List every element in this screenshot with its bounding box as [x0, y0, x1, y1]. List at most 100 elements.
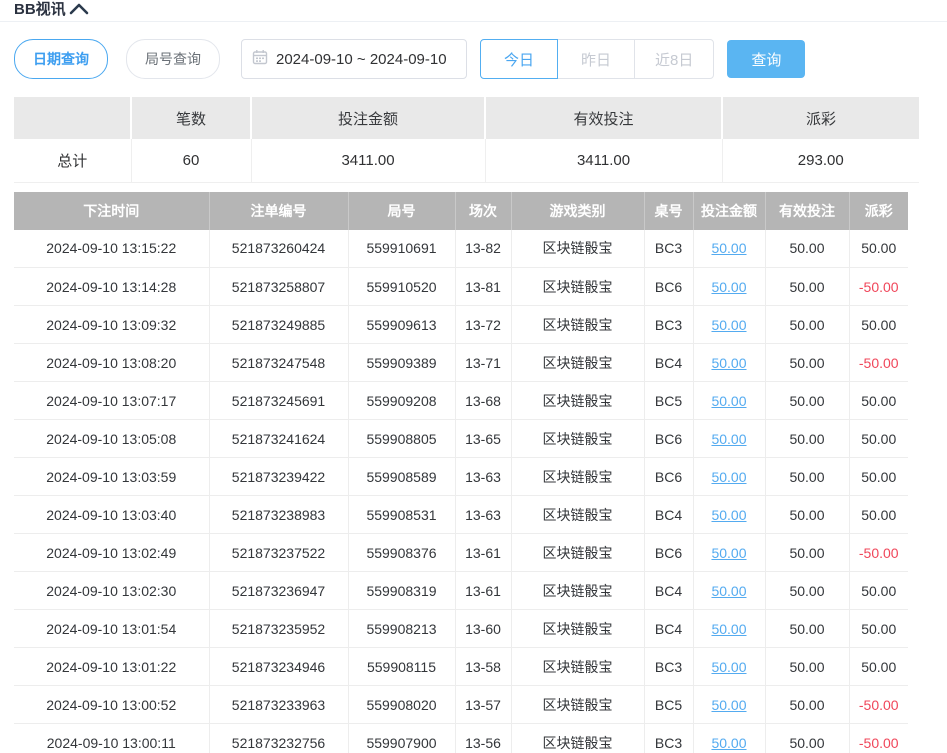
cell-table-no: BC6 — [644, 420, 693, 458]
cell-round-no: 559908213 — [348, 610, 455, 648]
tab-today[interactable]: 今日 — [480, 39, 558, 79]
cell-valid-bet: 50.00 — [765, 382, 849, 420]
date-range-input[interactable]: 2024-09-10 ~ 2024-09-10 — [241, 39, 467, 79]
bet-amount-link[interactable]: 50.00 — [711, 279, 746, 295]
col-valid-bet: 有效投注 — [765, 192, 849, 230]
cell-time: 2024-09-10 13:01:54 — [14, 610, 209, 648]
bet-amount-link[interactable]: 50.00 — [711, 431, 746, 447]
cell-game: 区块链骰宝 — [511, 686, 644, 724]
cell-payout: 50.00 — [849, 458, 908, 496]
cell-valid-bet: 50.00 — [765, 496, 849, 534]
cell-round-no: 559908376 — [348, 534, 455, 572]
cell-payout: -50.00 — [849, 534, 908, 572]
cell-bet-amount: 50.00 — [693, 306, 765, 344]
bet-table-header-row: 下注时间 注单编号 局号 场次 游戏类别 桌号 投注金额 有效投注 派彩 — [14, 192, 908, 230]
cell-time: 2024-09-10 13:03:59 — [14, 458, 209, 496]
cell-valid-bet: 50.00 — [765, 648, 849, 686]
cell-table-no: BC6 — [644, 458, 693, 496]
bet-amount-link[interactable]: 50.00 — [711, 735, 746, 751]
summary-count-value: 60 — [131, 139, 251, 182]
cell-order-no: 521873260424 — [209, 230, 348, 268]
cell-table-no: BC6 — [644, 534, 693, 572]
tab-yesterday[interactable]: 昨日 — [557, 39, 635, 79]
summary-col-valid-bet: 有效投注 — [485, 97, 722, 139]
cell-payout: -50.00 — [849, 724, 908, 753]
cell-time: 2024-09-10 13:14:28 — [14, 268, 209, 306]
col-round-no: 局号 — [348, 192, 455, 230]
cell-game: 区块链骰宝 — [511, 344, 644, 382]
summary-table: 笔数 投注金额 有效投注 派彩 总计 60 3411.00 3411.00 29… — [14, 97, 919, 183]
summary-header-row: 笔数 投注金额 有效投注 派彩 — [14, 97, 919, 139]
cell-session: 13-61 — [455, 572, 511, 610]
cell-time: 2024-09-10 13:07:17 — [14, 382, 209, 420]
bet-amount-link[interactable]: 50.00 — [711, 621, 746, 637]
cell-bet-amount: 50.00 — [693, 648, 765, 686]
bet-amount-link[interactable]: 50.00 — [711, 317, 746, 333]
search-button[interactable]: 查询 — [727, 40, 805, 78]
summary-total-row: 总计 60 3411.00 3411.00 293.00 — [14, 139, 919, 182]
cell-round-no: 559908589 — [348, 458, 455, 496]
col-order-no: 注单编号 — [209, 192, 348, 230]
cell-order-no: 521873237522 — [209, 534, 348, 572]
cell-table-no: BC3 — [644, 724, 693, 753]
calendar-icon — [252, 49, 268, 70]
collapse-button[interactable] — [66, 0, 92, 20]
cell-payout: -50.00 — [849, 686, 908, 724]
cell-bet-amount: 50.00 — [693, 420, 765, 458]
bet-amount-link[interactable]: 50.00 — [711, 240, 746, 256]
col-payout: 派彩 — [849, 192, 908, 230]
round-query-button[interactable]: 局号查询 — [126, 39, 220, 79]
table-row: 2024-09-10 13:14:28521873258807559910520… — [14, 268, 908, 306]
cell-session: 13-72 — [455, 306, 511, 344]
cell-table-no: BC3 — [644, 230, 693, 268]
bet-amount-link[interactable]: 50.00 — [711, 583, 746, 599]
cell-round-no: 559908531 — [348, 496, 455, 534]
cell-game: 区块链骰宝 — [511, 496, 644, 534]
tab-last8days[interactable]: 近8日 — [634, 39, 714, 79]
bet-amount-link[interactable]: 50.00 — [711, 507, 746, 523]
cell-payout: 50.00 — [849, 648, 908, 686]
bet-amount-link[interactable]: 50.00 — [711, 469, 746, 485]
bet-amount-link[interactable]: 50.00 — [711, 355, 746, 371]
cell-order-no: 521873241624 — [209, 420, 348, 458]
cell-order-no: 521873247548 — [209, 344, 348, 382]
summary-col-payout: 派彩 — [722, 97, 919, 139]
cell-time: 2024-09-10 13:09:32 — [14, 306, 209, 344]
bet-amount-link[interactable]: 50.00 — [711, 393, 746, 409]
cell-game: 区块链骰宝 — [511, 458, 644, 496]
cell-session: 13-56 — [455, 724, 511, 753]
cell-bet-amount: 50.00 — [693, 230, 765, 268]
cell-payout: 50.00 — [849, 572, 908, 610]
bet-amount-link[interactable]: 50.00 — [711, 545, 746, 561]
cell-valid-bet: 50.00 — [765, 268, 849, 306]
cell-order-no: 521873258807 — [209, 268, 348, 306]
panel-title: BB视讯 — [14, 0, 66, 20]
summary-col-blank — [14, 97, 131, 139]
cell-table-no: BC4 — [644, 610, 693, 648]
cell-valid-bet: 50.00 — [765, 610, 849, 648]
cell-valid-bet: 50.00 — [765, 534, 849, 572]
cell-time: 2024-09-10 13:08:20 — [14, 344, 209, 382]
cell-session: 13-61 — [455, 534, 511, 572]
table-row: 2024-09-10 13:01:22521873234946559908115… — [14, 648, 908, 686]
cell-payout: 50.00 — [849, 306, 908, 344]
cell-session: 13-65 — [455, 420, 511, 458]
cell-table-no: BC6 — [644, 268, 693, 306]
cell-valid-bet: 50.00 — [765, 458, 849, 496]
cell-valid-bet: 50.00 — [765, 344, 849, 382]
cell-time: 2024-09-10 13:01:22 — [14, 648, 209, 686]
cell-valid-bet: 50.00 — [765, 572, 849, 610]
bet-amount-link[interactable]: 50.00 — [711, 659, 746, 675]
chevron-up-icon — [68, 5, 90, 20]
table-row: 2024-09-10 13:15:22521873260424559910691… — [14, 230, 908, 268]
summary-total-label: 总计 — [14, 139, 131, 182]
cell-round-no: 559907900 — [348, 724, 455, 753]
bet-amount-link[interactable]: 50.00 — [711, 697, 746, 713]
cell-payout: -50.00 — [849, 344, 908, 382]
quick-range-tabs: 今日 昨日 近8日 — [480, 39, 714, 79]
cell-bet-amount: 50.00 — [693, 724, 765, 753]
cell-game: 区块链骰宝 — [511, 724, 644, 753]
cell-round-no: 559908319 — [348, 572, 455, 610]
cell-payout: 50.00 — [849, 496, 908, 534]
date-query-button[interactable]: 日期查询 — [14, 39, 108, 79]
